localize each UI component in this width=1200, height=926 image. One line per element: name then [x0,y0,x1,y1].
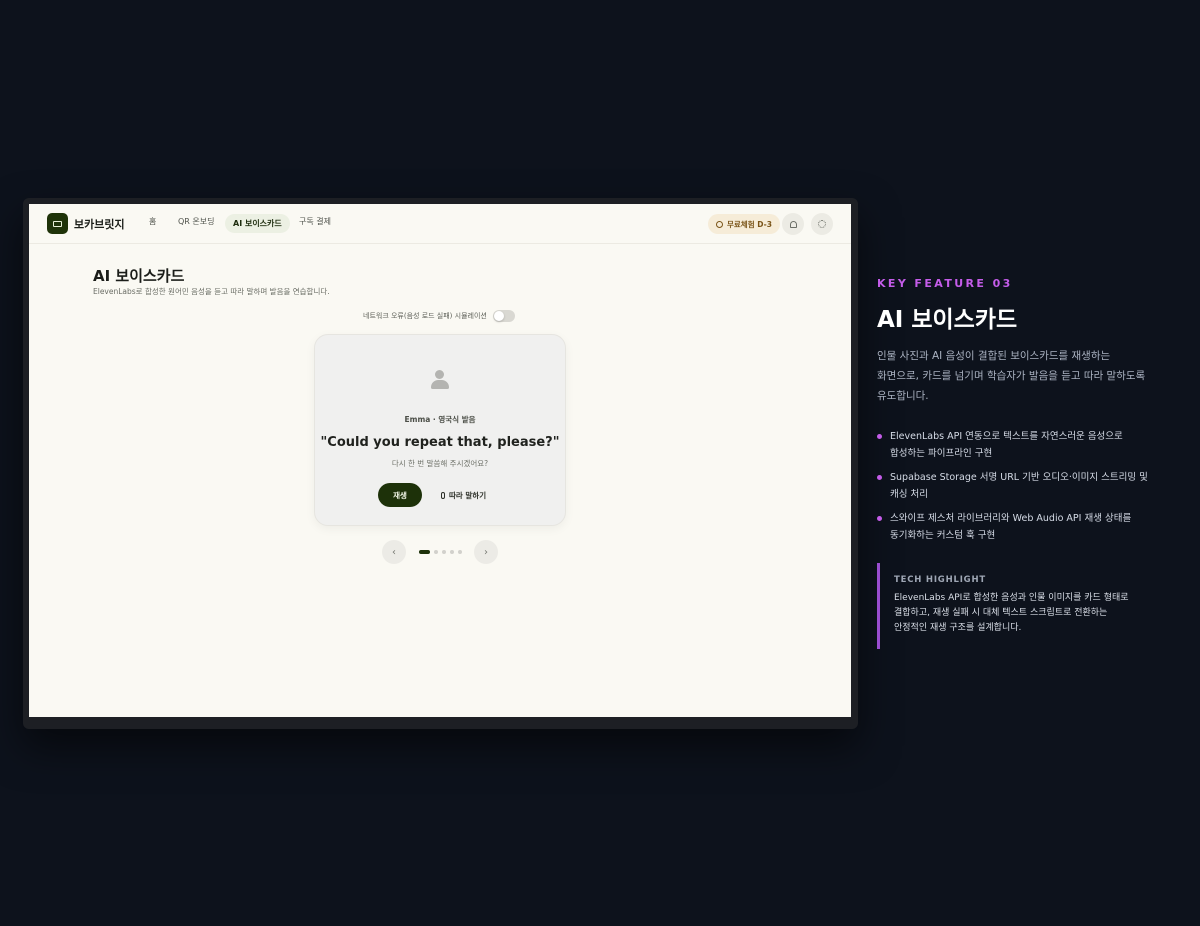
simulation-toggle[interactable] [492,310,515,322]
bullet-dot [877,516,882,521]
person-icon [429,368,451,392]
tech-highlight-text: ElevenLabs API로 합성한 음성과 인물 이미지를 카드 형태로 결… [894,591,1129,636]
feature-kicker: KEY FEATURE 03 [877,277,1013,290]
description-line: 인물 사진과 AI 음성이 결합된 보이스카드를 재생하는 [877,350,1111,362]
bullet-line: 스와이프 제스처 라이브러리와 Web Audio API 재생 상태를 [890,513,1132,524]
clock-icon [716,220,723,228]
bullet-line: ElevenLabs API 연동으로 텍스트를 자연스러운 음성으로 [890,431,1123,442]
card-translation: 다시 한 번 말씀해 주시겠어요? [391,459,489,468]
microphone-icon [441,491,445,499]
repeat-after-label: 따라 말하기 [449,490,487,500]
nav-qr-onboarding[interactable]: QR 온보딩 [178,216,214,227]
logo-icon[interactable] [47,213,68,234]
trial-badge[interactable]: 무료체험 D-3 [708,214,780,234]
bullet-line: Supabase Storage 서명 URL 기반 오디오·이미지 스트리밍 … [890,472,1148,483]
bell-icon [789,220,797,228]
simulation-label: 네트워크 오류(음성 로드 실패) 시뮬레이션 [363,312,487,320]
bullet-line: 합성하는 파이프라인 구현 [890,448,993,459]
nav-home[interactable]: 홈 [149,216,156,227]
highlight-line: ElevenLabs API로 합성한 음성과 인물 이미지를 카드 형태로 [894,593,1129,603]
tech-highlight: TECH HIGHLIGHT ElevenLabs API로 합성한 음성과 인… [877,563,1167,649]
bullet-dot [877,434,882,439]
feature-description: 인물 사진과 AI 음성이 결합된 보이스카드를 재생하는 화면으로, 카드를 … [877,346,1177,406]
bullet-dot [877,475,882,480]
card-phrase: "Could you repeat that, please?" [320,435,560,450]
description-line: 유도합니다. [877,390,929,402]
repeat-after-button[interactable]: 따라 말하기 [433,485,494,505]
toggle-knob [493,311,504,321]
pager-dot[interactable] [450,550,454,554]
next-card-button[interactable]: › [474,540,498,564]
trial-badge-label: 무료체험 D-3 [727,219,772,229]
pager-dot[interactable] [419,550,430,554]
gear-icon [818,220,826,228]
tech-highlight-label: TECH HIGHLIGHT [894,575,986,585]
bullet-line: 캐싱 처리 [890,489,928,500]
prev-card-button[interactable]: ‹ [382,540,406,564]
simulation-row: 네트워크 오류(음성 로드 실패) 시뮬레이션 [363,309,515,323]
speaker-label: Emma · 영국식 발음 [404,415,476,424]
pager-dot[interactable] [442,550,446,554]
chevron-right-icon: › [484,546,488,558]
feature-title: AI 보이스카드 [877,307,1018,333]
description-line: 화면으로, 카드를 넘기며 학습자가 발음을 듣고 따라 말하도록 [877,370,1146,382]
nav-subscription[interactable]: 구독 결제 [299,216,331,227]
pager-dot[interactable] [434,550,438,554]
settings-button[interactable] [811,213,833,235]
chevron-left-icon: ‹ [392,546,396,558]
page-title: AI 보이스카드 [93,267,185,285]
bullet-line: 동기화하는 커스텀 훅 구현 [890,530,996,541]
notifications-button[interactable] [782,213,804,235]
nav-ai-voicecard[interactable]: AI 보이스카드 [225,214,290,233]
highlight-line: 안정적인 재생 구조를 설계합니다. [894,623,1022,633]
pager-dot[interactable] [458,550,462,554]
highlight-line: 결합하고, 재생 실패 시 대체 텍스트 스크립트로 전환하는 [894,608,1108,618]
page-subtitle: ElevenLabs로 합성한 원어민 음성을 듣고 따라 말하며 발음을 연습… [93,287,330,296]
voice-card[interactable]: Emma · 영국식 발음 "Could you repeat that, pl… [314,334,566,526]
play-button[interactable]: 재생 [378,483,422,507]
top-nav: 보카브릿지 홈 QR 온보딩 AI 보이스카드 구독 결제 무료체험 D-3 [29,204,851,244]
app-window: 보카브릿지 홈 QR 온보딩 AI 보이스카드 구독 결제 무료체험 D-3 A… [29,204,851,717]
brand-name[interactable]: 보카브릿지 [74,216,125,232]
